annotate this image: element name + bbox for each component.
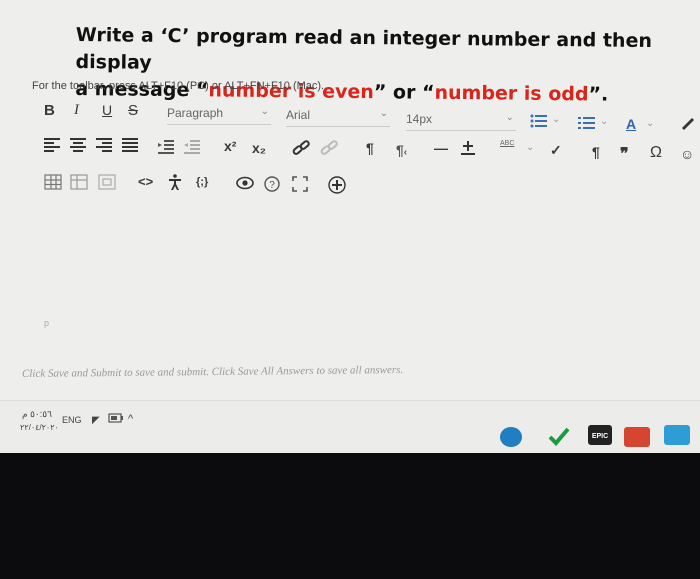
subscript-button[interactable]: x₂ [252,140,266,156]
editor-toolbar: B I U S Paragraph ⌄ Arial ⌄ 14px ⌄ ⌄ ⌄ A… [30,98,700,198]
spellcheck-label: ABC [500,140,515,147]
align-justify-icon[interactable] [122,138,138,155]
svg-text:?: ? [269,180,275,191]
blockquote-icon[interactable]: ❞ [620,144,629,164]
numbered-list-icon[interactable] [578,116,596,133]
add-content-icon[interactable] [328,176,346,197]
show-hidden-icons-chevron[interactable]: ^ [128,413,133,425]
underline-button[interactable]: U [102,102,112,118]
taskbar-date: ٢٢/٠٤/٢٠٢٠ [20,423,59,432]
font-family-value: Arial [286,108,311,122]
chevron-down-icon: ⌄ [505,112,514,123]
mail-taskbar-icon[interactable] [664,425,690,445]
accessibility-icon[interactable] [168,174,182,193]
app-taskbar-icon[interactable] [546,425,572,446]
paragraph-dropdown[interactable]: Paragraph ⌄ [167,106,271,125]
highlight-icon[interactable] [680,116,696,133]
browser-taskbar-icon[interactable] [500,427,522,447]
preview-icon[interactable] [236,176,254,193]
table-icon[interactable] [44,174,62,193]
link-icon[interactable] [292,140,310,159]
bold-button[interactable]: B [44,102,55,119]
browser-screen: Write a ‘C’ program read an integer numb… [0,0,700,453]
emoji-icon[interactable]: ☺ [680,146,694,162]
language-indicator[interactable]: ENG [62,415,82,425]
insert-icon[interactable] [460,140,476,159]
chevron-down-icon: ⌄ [379,108,388,119]
paragraph-dropdown-value: Paragraph [167,106,224,120]
code-block-icon[interactable]: {;} [196,176,208,188]
font-size-value: 14px [406,112,433,126]
horizontal-line-icon[interactable]: — [434,140,448,156]
fullscreen-icon[interactable] [292,176,308,195]
source-code-icon[interactable]: <> [138,174,153,189]
indent-icon[interactable] [158,140,174,157]
chevron-down-icon[interactable]: ⌄ [646,118,654,129]
chevron-down-icon: ⌄ [260,106,269,117]
align-center-icon[interactable] [70,138,86,155]
outdent-icon[interactable] [184,140,200,157]
align-right-icon[interactable] [96,138,112,155]
question-line-1: Write a ‘C’ program read an integer numb… [75,23,653,74]
chevron-down-icon[interactable]: ⌄ [526,142,534,153]
font-family-dropdown[interactable]: Arial ⌄ [286,108,390,127]
help-icon[interactable]: ? [264,176,280,195]
toolbar-hint: For the toolbar, press ALT+F10 (PC) or A… [32,80,325,92]
align-left-icon[interactable] [44,138,60,155]
acrobat-taskbar-icon[interactable] [624,427,650,447]
text-color-icon[interactable]: A [626,116,636,132]
taskbar-time: ٥٠:٥٦ م [22,409,52,419]
chevron-down-icon[interactable]: ⌄ [600,116,608,127]
strikethrough-button[interactable]: S [128,102,138,119]
editor-path: p [44,318,50,328]
rtl-icon[interactable]: ¶‹ [396,142,407,158]
bullet-list-icon[interactable] [530,114,548,131]
svg-text:EPIC: EPIC [592,433,608,440]
superscript-button[interactable]: x² [224,138,236,154]
ltr-icon[interactable]: ¶ [366,140,374,156]
submit-instruction: Click Save and Submit to save and submit… [21,364,404,380]
spellcheck-icon[interactable]: ABC [500,140,514,147]
checkmark-icon[interactable]: ✓ [550,142,562,159]
italic-button[interactable]: I [74,102,79,119]
answer-editor[interactable] [32,200,700,360]
font-size-dropdown[interactable]: 14px ⌄ [406,112,516,131]
epic-games-taskbar-icon[interactable]: EPIC [588,425,612,445]
taskbar: ٥٠:٥٦ م ٢٢/٠٤/٢٠٢٠ ENG ◤ ^ EPIC [0,400,700,453]
unlink-icon[interactable] [320,140,338,159]
wifi-icon[interactable]: ◤ [92,415,100,426]
table-properties-icon[interactable] [70,174,88,193]
battery-icon[interactable] [108,413,124,425]
special-character-icon[interactable]: Ω [650,144,662,162]
show-blocks-icon[interactable]: ¶ [592,144,600,160]
question-text: Write a ‘C’ program read an integer numb… [75,22,676,109]
chevron-down-icon[interactable]: ⌄ [552,114,560,125]
table-delete-icon[interactable] [98,174,116,193]
